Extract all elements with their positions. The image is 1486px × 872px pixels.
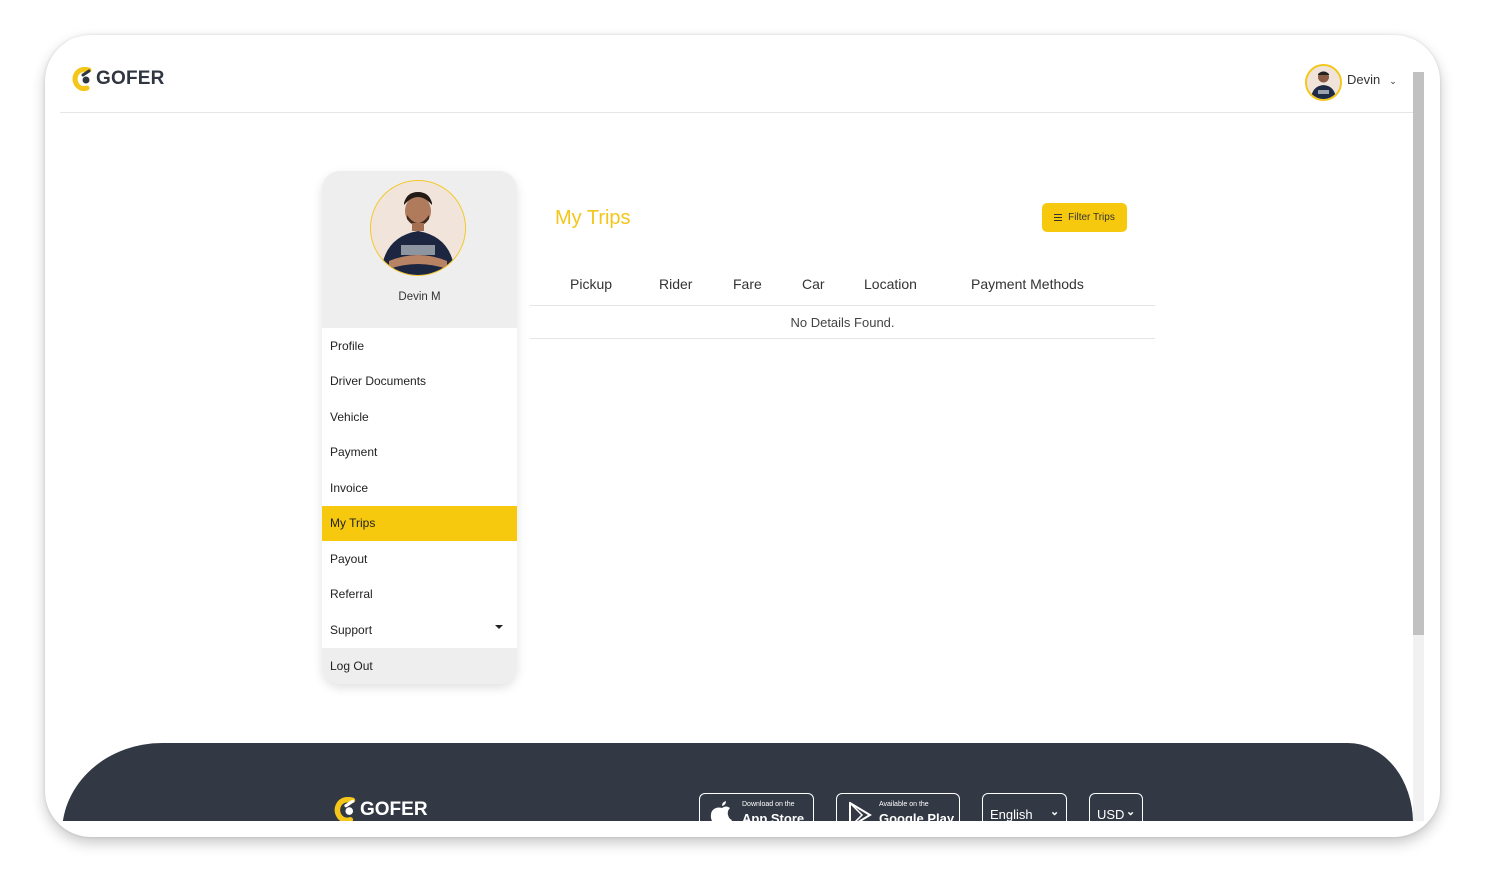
person-photo-icon [371,181,465,275]
trips-table: Pickup Rider Fare Car Location Payment M… [530,267,1155,339]
scrollbar-thumb[interactable] [1413,72,1424,635]
google-play-big-text: Google Play [879,811,955,821]
sidebar-item-label: Invoice [330,480,369,495]
google-play-button[interactable]: Available on the Google Play [836,793,960,821]
currency-value: USD [1097,807,1125,821]
chevron-down-icon: ⌄ [1126,806,1136,818]
site-footer: GOFER Download on the App Store Availabl… [62,743,1413,821]
sidebar-item-driver-documents[interactable]: Driver Documents [322,364,517,400]
column-header-pickup: Pickup [570,276,613,292]
apple-icon [710,801,732,821]
column-header-car: Car [802,276,825,292]
column-header-location: Location [864,276,917,292]
caret-down-icon [495,625,503,629]
app-store-small-text: Download on the [742,801,795,808]
person-photo-icon [1307,66,1340,99]
column-header-fare: Fare [733,276,762,292]
sidebar-item-logout[interactable]: Log Out [322,647,517,684]
gofer-logo-icon [334,797,356,821]
sidebar-item-label: Payout [330,551,368,566]
user-name: Devin [1347,72,1381,87]
sidebar-item-vehicle[interactable]: Vehicle [322,399,517,435]
sidebar-item-label: Driver Documents [330,374,427,389]
gofer-logo-icon [72,67,92,91]
profile-name: Devin M [398,291,441,303]
sidebar-item-label: Log Out [330,659,373,673]
sidebar-item-label: Profile [330,338,365,353]
page-title: My Trips [555,207,631,229]
currency-select[interactable]: USD ⌄ [1089,793,1143,821]
sidebar-item-label: Support [330,622,373,637]
google-play-small-text: Available on the [879,801,929,808]
filter-icon [1054,214,1063,221]
sidebar-item-payment[interactable]: Payment [322,435,517,471]
app-store-big-text: App Store [742,811,805,821]
sidebar-item-my-trips[interactable]: My Trips [322,505,517,541]
footer-logo[interactable]: GOFER [334,797,428,821]
footer-brand-name: GOFER [360,799,428,820]
browser-viewport: GOFER Devin ⌄ Devin M Profile Driver Doc… [60,37,1426,821]
column-header-rider: Rider [659,276,693,292]
language-select[interactable]: English ⌄ [982,793,1067,821]
filter-trips-label: Filter Trips [1068,212,1115,223]
sidebar-item-label: Payment [330,445,378,460]
chevron-down-icon: ⌄ [1389,76,1397,86]
sidebar-item-profile[interactable]: Profile [322,328,517,364]
user-menu[interactable]: Devin ⌄ [1305,64,1397,101]
sidebar-item-label: My Trips [330,516,376,531]
user-avatar [1305,64,1342,101]
filter-trips-button[interactable]: Filter Trips [1042,203,1127,232]
sidebar-item-label: Vehicle [330,409,369,424]
sidebar-item-referral[interactable]: Referral [322,577,517,613]
sidebar-item-payout[interactable]: Payout [322,541,517,577]
chevron-down-icon: ⌄ [1050,806,1060,818]
sidebar-item-label: Referral [330,587,373,602]
empty-state-message: No Details Found. [790,314,895,330]
profile-card: Devin M [322,171,517,328]
table-header: Pickup Rider Fare Car Location Payment M… [530,267,1155,306]
top-header: GOFER Devin ⌄ [60,37,1413,113]
brand-name: GOFER [96,68,165,89]
page-scrollbar[interactable] [1413,72,1424,821]
gofer-logo[interactable]: GOFER [72,67,165,91]
column-header-payment-methods: Payment Methods [971,276,1084,292]
google-play-icon [849,802,872,821]
language-value: English [990,807,1033,821]
empty-state-row: No Details Found. [530,306,1155,339]
app-store-button[interactable]: Download on the App Store [699,793,814,821]
sidebar-item-support[interactable]: Support [322,612,517,648]
sidebar-item-invoice[interactable]: Invoice [322,470,517,506]
profile-avatar[interactable] [370,180,466,276]
profile-sidebar: Devin M Profile Driver Documents Vehicle… [322,171,517,684]
